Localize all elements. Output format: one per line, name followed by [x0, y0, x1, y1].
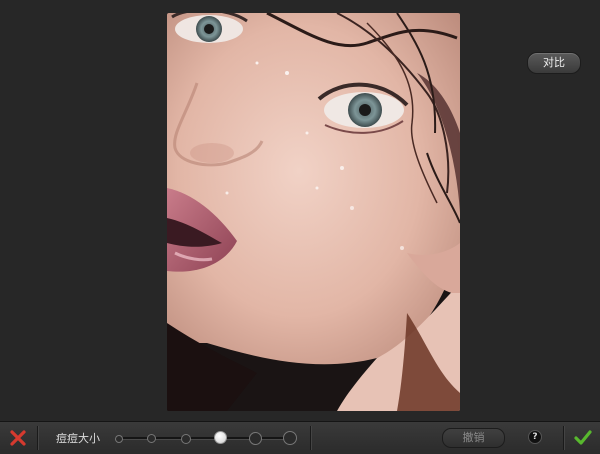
check-icon	[574, 430, 592, 445]
slider-stop[interactable]	[283, 431, 297, 445]
slider-stop[interactable]	[181, 434, 191, 444]
confirm-button[interactable]	[573, 428, 593, 448]
slider-stop[interactable]	[115, 435, 123, 443]
slider-stop[interactable]	[249, 432, 262, 445]
slider-track	[115, 437, 295, 439]
toolbar-divider	[310, 426, 311, 450]
portrait-photo	[167, 13, 460, 411]
slider-stop[interactable]	[147, 434, 156, 443]
photo-canvas[interactable]	[167, 13, 460, 411]
help-button[interactable]: ?	[528, 430, 542, 444]
acne-size-label: 痘痘大小	[56, 432, 100, 445]
undo-button[interactable]: 撤销	[442, 428, 505, 448]
close-icon	[10, 430, 26, 446]
toolbar-divider	[563, 426, 564, 450]
compare-button[interactable]: 对比	[527, 52, 581, 74]
bottom-toolbar: 痘痘大小 撤销 ?	[0, 421, 600, 454]
cancel-button[interactable]	[8, 428, 28, 448]
editor-workspace: 对比	[0, 0, 600, 421]
slider-knob[interactable]	[214, 431, 227, 444]
toolbar-divider	[37, 426, 38, 450]
acne-size-slider[interactable]	[115, 431, 297, 445]
